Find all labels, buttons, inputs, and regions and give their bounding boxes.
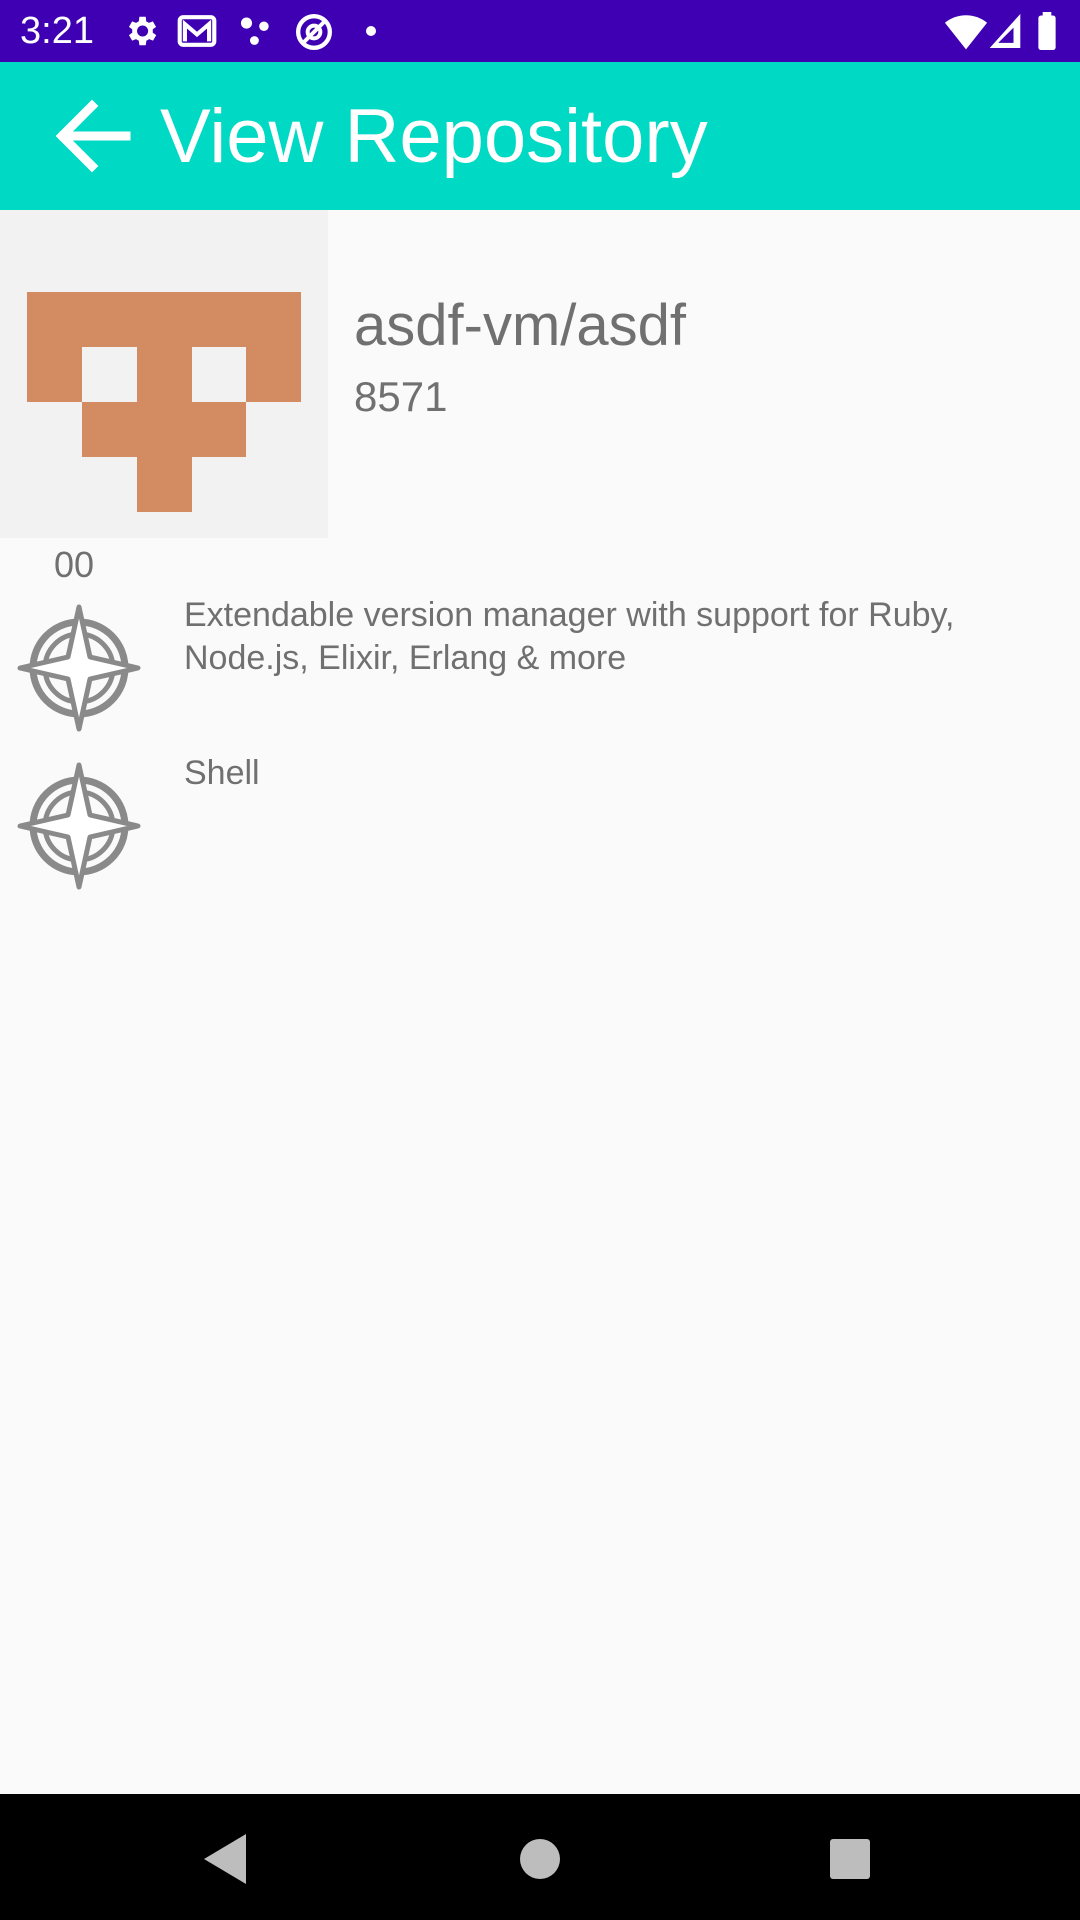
- wifi-icon: [944, 15, 988, 50]
- compass-icon: [17, 604, 141, 732]
- signal-icon: [989, 14, 1021, 48]
- page-title: View Repository: [160, 94, 708, 179]
- repo-description: Extendable version manager with support …: [184, 596, 955, 677]
- nav-home-icon[interactable]: [505, 1824, 575, 1894]
- status-time: 3:21: [20, 10, 94, 52]
- at-circle-icon: [296, 14, 332, 50]
- repo-avatar: [0, 210, 328, 538]
- nav-back-icon[interactable]: [190, 1824, 260, 1894]
- compass-icon: [17, 762, 141, 890]
- arrow-back-icon: [55, 99, 131, 173]
- nav-recents-icon[interactable]: [815, 1824, 885, 1894]
- repo-stars: 8571: [354, 373, 448, 420]
- gmail-icon: [177, 15, 217, 47]
- status-bar: 3:21: [0, 0, 1080, 62]
- repo-language: Shell: [184, 754, 260, 792]
- system-nav-bar: [0, 1794, 1080, 1920]
- app-bar: View Repository: [0, 62, 1080, 210]
- back-button[interactable]: [40, 82, 148, 190]
- dots-icon: [240, 17, 269, 45]
- repo-name: asdf-vm/asdf: [354, 293, 686, 358]
- notification-dot-icon: [366, 26, 376, 36]
- identicon-image: [27, 292, 301, 512]
- repo-count: 00: [54, 544, 95, 585]
- battery-icon: [1038, 12, 1056, 50]
- gear-icon: [128, 16, 157, 46]
